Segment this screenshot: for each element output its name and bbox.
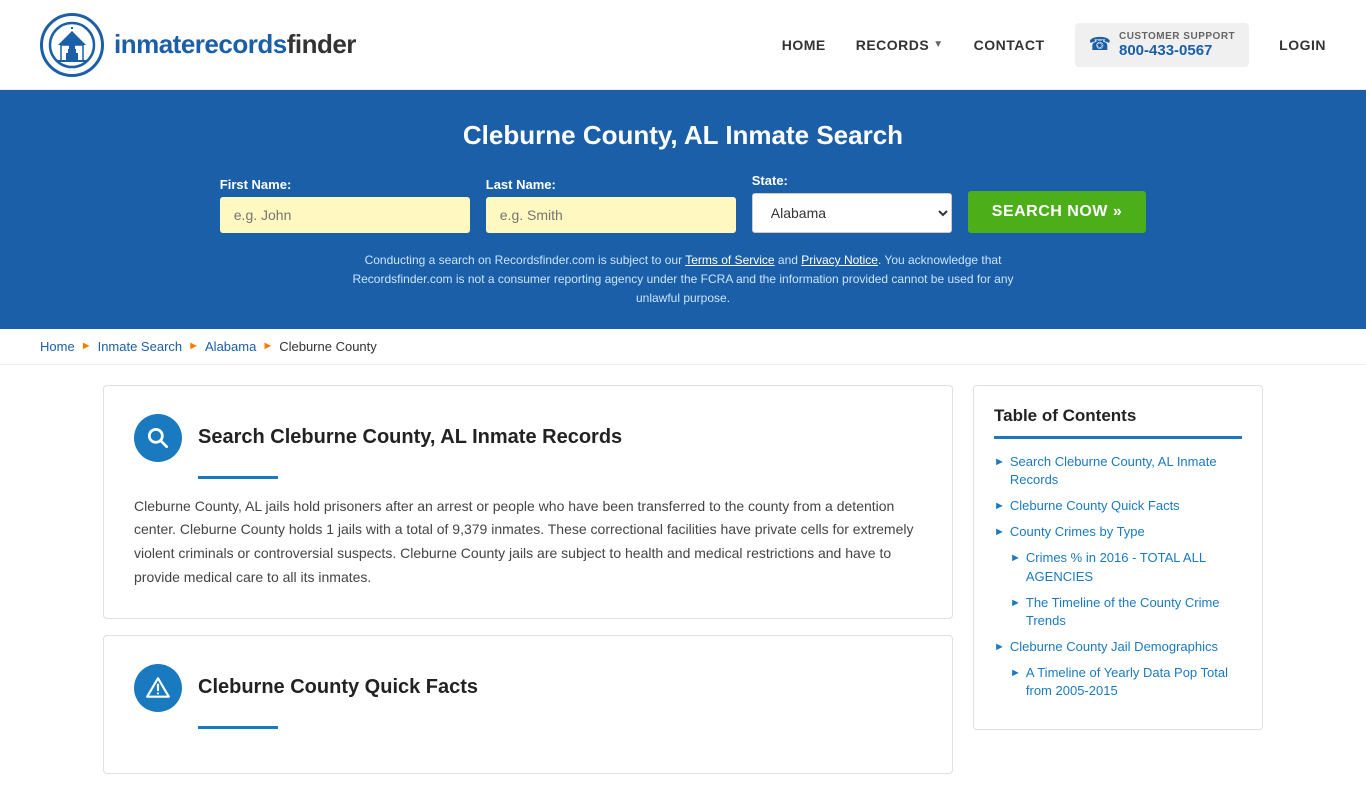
section2-underline xyxy=(198,726,278,729)
first-name-label: First Name: xyxy=(220,177,470,192)
breadcrumb-home[interactable]: Home xyxy=(40,339,75,354)
privacy-link[interactable]: Privacy Notice xyxy=(801,253,878,267)
breadcrumb-sep-3: ► xyxy=(262,340,273,352)
toc-label-4: Crimes % in 2016 - TOTAL ALL AGENCIES xyxy=(1026,549,1242,585)
search-hero: Cleburne County, AL Inmate Search First … xyxy=(0,90,1366,329)
support-number: 800-433-0567 xyxy=(1119,42,1235,59)
state-select[interactable]: Alabama Alaska Arizona Arkansas Californ… xyxy=(752,193,952,233)
toc-link-1[interactable]: ► Search Cleburne County, AL Inmate Reco… xyxy=(994,453,1242,489)
breadcrumb-current: Cleburne County xyxy=(279,339,377,354)
toc-item-3: ► County Crimes by Type xyxy=(994,523,1242,541)
toc-arrow-3: ► xyxy=(994,525,1005,540)
nav-login[interactable]: LOGIN xyxy=(1279,37,1326,53)
section1-title: Search Cleburne County, AL Inmate Record… xyxy=(198,426,622,449)
logo-text: inmaterecordsfinder xyxy=(114,29,356,60)
breadcrumb-alabama[interactable]: Alabama xyxy=(205,339,256,354)
toc-arrow-7: ► xyxy=(1010,666,1021,681)
main-nav: HOME RECORDS ▼ CONTACT ☎ CUSTOMER SUPPOR… xyxy=(782,23,1326,67)
state-label: State: xyxy=(752,173,952,188)
chevron-down-icon: ▼ xyxy=(933,39,943,50)
support-label: CUSTOMER SUPPORT xyxy=(1119,31,1235,42)
nav-contact[interactable]: CONTACT xyxy=(974,37,1045,53)
search-button[interactable]: SEARCH NOW » xyxy=(968,191,1146,233)
toc-arrow-4: ► xyxy=(1010,551,1021,566)
toc-link-6[interactable]: ► Cleburne County Jail Demographics xyxy=(994,638,1242,656)
toc-card: Table of Contents ► Search Cleburne Coun… xyxy=(973,385,1263,730)
toc-list: ► Search Cleburne County, AL Inmate Reco… xyxy=(994,453,1242,701)
toc-label-5: The Timeline of the County Crime Trends xyxy=(1026,594,1242,630)
warning-circle-icon xyxy=(134,664,182,712)
toc-arrow-6: ► xyxy=(994,640,1005,655)
section2-card: Cleburne County Quick Facts xyxy=(103,635,953,774)
customer-support-box[interactable]: ☎ CUSTOMER SUPPORT 800-433-0567 xyxy=(1075,23,1250,67)
toc-label-7: A Timeline of Yearly Data Pop Total from… xyxy=(1026,664,1242,700)
disclaimer-text: Conducting a search on Recordsfinder.com… xyxy=(333,251,1033,309)
toc-link-2[interactable]: ► Cleburne County Quick Facts xyxy=(994,497,1242,515)
toc-label-6: Cleburne County Jail Demographics xyxy=(1010,638,1218,656)
toc-label-3: County Crimes by Type xyxy=(1010,523,1145,541)
toc-arrow-5: ► xyxy=(1010,596,1021,611)
breadcrumb-inmate-search[interactable]: Inmate Search xyxy=(98,339,183,354)
search-circle-icon xyxy=(134,414,182,462)
toc-item-4: ► Crimes % in 2016 - TOTAL ALL AGENCIES xyxy=(1010,549,1242,585)
logo-icon xyxy=(40,13,104,77)
toc-title: Table of Contents xyxy=(994,406,1242,426)
section1-header: Search Cleburne County, AL Inmate Record… xyxy=(134,414,922,462)
toc-link-7[interactable]: ► A Timeline of Yearly Data Pop Total fr… xyxy=(1010,664,1242,700)
content-area: Search Cleburne County, AL Inmate Record… xyxy=(103,385,953,790)
main-content: Search Cleburne County, AL Inmate Record… xyxy=(83,385,1283,790)
section1-body: Cleburne County, AL jails hold prisoners… xyxy=(134,495,922,590)
logo-area: inmaterecordsfinder xyxy=(40,13,356,77)
breadcrumb: Home ► Inmate Search ► Alabama ► Cleburn… xyxy=(0,329,1366,365)
toc-link-5[interactable]: ► The Timeline of the County Crime Trend… xyxy=(1010,594,1242,630)
toc-item-2: ► Cleburne County Quick Facts xyxy=(994,497,1242,515)
section1-underline xyxy=(198,476,278,479)
breadcrumb-sep-2: ► xyxy=(188,340,199,352)
last-name-label: Last Name: xyxy=(486,177,736,192)
first-name-input[interactable] xyxy=(220,197,470,233)
toc-arrow-2: ► xyxy=(994,499,1005,514)
toc-item-1: ► Search Cleburne County, AL Inmate Reco… xyxy=(994,453,1242,489)
terms-link[interactable]: Terms of Service xyxy=(685,253,774,267)
nav-home[interactable]: HOME xyxy=(782,37,826,53)
toc-link-4[interactable]: ► Crimes % in 2016 - TOTAL ALL AGENCIES xyxy=(1010,549,1242,585)
page-title: Cleburne County, AL Inmate Search xyxy=(40,120,1326,151)
toc-item-6: ► Cleburne County Jail Demographics xyxy=(994,638,1242,656)
headphone-icon: ☎ xyxy=(1089,34,1111,55)
sidebar: Table of Contents ► Search Cleburne Coun… xyxy=(973,385,1263,790)
last-name-group: Last Name: xyxy=(486,177,736,233)
section2-title: Cleburne County Quick Facts xyxy=(198,676,478,699)
support-text-area: CUSTOMER SUPPORT 800-433-0567 xyxy=(1119,31,1235,59)
toc-label-1: Search Cleburne County, AL Inmate Record… xyxy=(1010,453,1242,489)
state-group: State: Alabama Alaska Arizona Arkansas C… xyxy=(752,173,952,233)
search-form: First Name: Last Name: State: Alabama Al… xyxy=(40,173,1326,233)
toc-link-3[interactable]: ► County Crimes by Type xyxy=(994,523,1242,541)
section1-card: Search Cleburne County, AL Inmate Record… xyxy=(103,385,953,619)
section2-header: Cleburne County Quick Facts xyxy=(134,664,922,712)
breadcrumb-sep-1: ► xyxy=(81,340,92,352)
toc-label-2: Cleburne County Quick Facts xyxy=(1010,497,1180,515)
nav-records[interactable]: RECORDS ▼ xyxy=(856,37,944,53)
last-name-input[interactable] xyxy=(486,197,736,233)
toc-item-7: ► A Timeline of Yearly Data Pop Total fr… xyxy=(1010,664,1242,700)
toc-divider xyxy=(994,436,1242,439)
first-name-group: First Name: xyxy=(220,177,470,233)
toc-arrow-1: ► xyxy=(994,455,1005,470)
site-header: inmaterecordsfinder HOME RECORDS ▼ CONTA… xyxy=(0,0,1366,90)
toc-item-5: ► The Timeline of the County Crime Trend… xyxy=(1010,594,1242,630)
